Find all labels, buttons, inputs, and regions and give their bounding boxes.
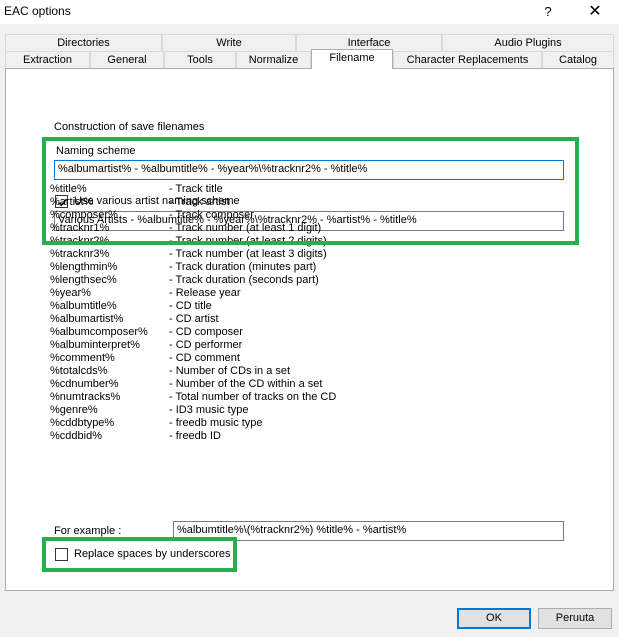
tab-tools[interactable]: Tools: [164, 51, 236, 68]
tab-directories[interactable]: Directories: [5, 34, 162, 51]
variable-description: - Track title: [169, 183, 223, 195]
variable-name: %tracknr3%: [50, 248, 110, 260]
variable-description: - Total number of tracks on the CD: [169, 391, 337, 403]
variable-description: - Track number (at least 3 digits): [169, 248, 327, 260]
variable-name: %albuminterpret%: [50, 339, 140, 351]
ok-button[interactable]: OK: [457, 608, 531, 629]
help-button[interactable]: ?: [533, 2, 563, 22]
variable-description: - Track composer: [169, 209, 254, 221]
title-bar: EAC options ? ✕: [0, 0, 619, 24]
variable-name: %cdnumber%: [50, 378, 119, 390]
replace-spaces-checkbox[interactable]: [55, 548, 68, 561]
variable-name: %title%: [50, 183, 87, 195]
variable-name: %comment%: [50, 352, 115, 364]
variable-name: %numtracks%: [50, 391, 121, 403]
variable-name: %tracknr1%: [50, 222, 110, 234]
variable-description: - CD artist: [169, 313, 219, 325]
window-title: EAC options: [4, 4, 71, 18]
variable-name: %albumartist%: [50, 313, 124, 325]
variable-name: %year%: [50, 287, 91, 299]
variable-name: %lengthsec%: [50, 274, 117, 286]
variable-name: %tracknr2%: [50, 235, 110, 247]
variable-name: %lengthmin%: [50, 261, 118, 273]
variable-name: %composer%: [50, 209, 118, 221]
tab-write[interactable]: Write: [162, 34, 296, 51]
variable-description: - CD performer: [169, 339, 243, 351]
variable-description: - freedb music type: [169, 417, 263, 429]
variable-description: - CD title: [169, 300, 212, 312]
variable-name: %cddbtype%: [50, 417, 115, 429]
variable-description: - CD composer: [169, 326, 243, 338]
variable-description: - Track duration (seconds part): [169, 274, 319, 286]
variable-description: - Track number (at least 1 digit): [169, 222, 322, 234]
variable-name: %albumcomposer%: [50, 326, 148, 338]
tab-catalog[interactable]: Catalog: [542, 51, 614, 68]
variable-name: %cddbid%: [50, 430, 102, 442]
variable-description: - Track number (at least 2 digits): [169, 235, 327, 247]
tab-extraction[interactable]: Extraction: [5, 51, 90, 68]
variable-description: - Number of the CD within a set: [169, 378, 323, 390]
example-output: %albumtitle%\(%tracknr2%) %title% - %art…: [173, 521, 564, 541]
variable-name: %artist%: [50, 196, 94, 208]
tab-normalize[interactable]: Normalize: [236, 51, 311, 68]
variable-description: - Track duration (minutes part): [169, 261, 317, 273]
tab-character-replacements[interactable]: Character Replacements: [393, 51, 542, 68]
section-title: Construction of save filenames: [54, 121, 205, 133]
variable-name: %genre%: [50, 404, 98, 416]
variable-description: - CD comment: [169, 352, 240, 364]
example-label: For example :: [54, 525, 122, 537]
variable-description: - Track artist: [169, 196, 230, 208]
tab-audio-plugins[interactable]: Audio Plugins: [442, 34, 614, 51]
variable-description: - ID3 music type: [169, 404, 249, 416]
cancel-button[interactable]: Peruuta: [538, 608, 612, 629]
variable-description: - Release year: [169, 287, 241, 299]
replace-spaces-label: Replace spaces by underscores: [74, 548, 231, 560]
naming-scheme-input[interactable]: %albumartist% - %albumtitle% - %year%\%t…: [54, 160, 564, 180]
close-button[interactable]: ✕: [580, 2, 610, 22]
tab-filename[interactable]: Filename: [311, 49, 393, 69]
variable-name: %albumtitle%: [50, 300, 117, 312]
variable-name: %totalcds%: [50, 365, 108, 377]
variable-description: - Number of CDs in a set: [169, 365, 291, 377]
naming-scheme-label: Naming scheme: [56, 145, 136, 157]
variable-description: - freedb ID: [169, 430, 221, 442]
tab-general[interactable]: General: [90, 51, 164, 68]
